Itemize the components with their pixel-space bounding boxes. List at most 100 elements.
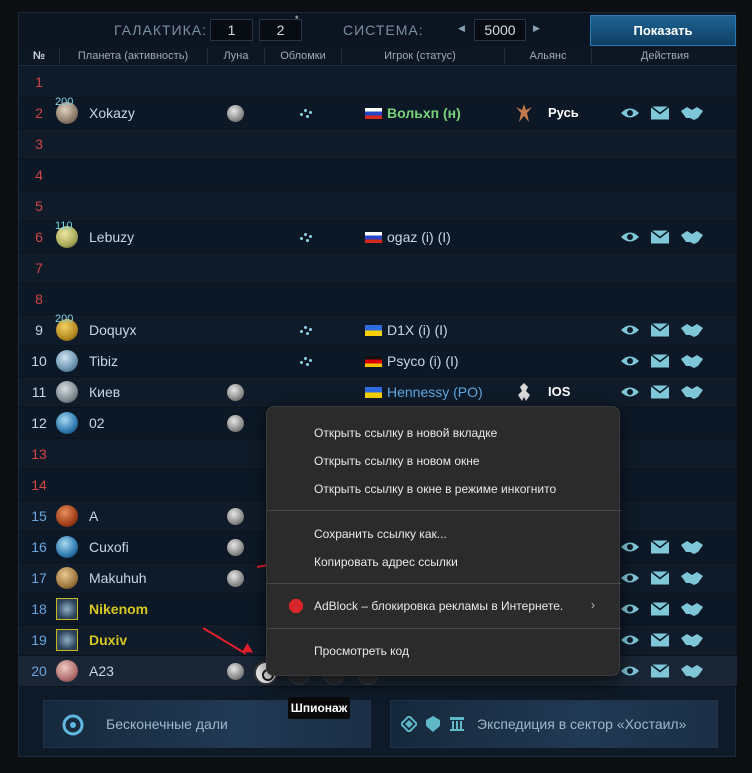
handshake-icon[interactable] [681, 539, 703, 555]
slot-number: 19 [31, 632, 47, 648]
debris-icon[interactable] [298, 230, 312, 244]
message-envelope-icon[interactable] [651, 601, 669, 617]
moon-icon[interactable] [227, 570, 244, 587]
shield-emblem-icon [426, 716, 440, 732]
player-name[interactable]: D1X (i) (I) [387, 322, 448, 338]
spy-eye-icon[interactable] [621, 601, 639, 617]
menu-save-link[interactable]: Сохранить ссылку как... [267, 521, 621, 547]
moon-icon[interactable] [227, 415, 244, 432]
planet-image[interactable] [56, 660, 78, 682]
table-row: 3 [19, 129, 737, 160]
planet-image[interactable] [56, 505, 78, 527]
handshake-icon[interactable] [681, 229, 703, 245]
player-name[interactable]: Psyco (i) (I) [387, 353, 459, 369]
banner-title: Экспедиция в сектор «Хостаил» [477, 716, 687, 732]
planet-image[interactable] [56, 567, 78, 589]
message-envelope-icon[interactable] [651, 632, 669, 648]
planet-image[interactable] [56, 381, 78, 403]
handshake-icon[interactable] [681, 570, 703, 586]
system-number-input[interactable]: 5000 [474, 19, 526, 41]
handshake-icon[interactable] [681, 322, 703, 338]
show-button[interactable]: Показать [590, 15, 736, 46]
next-system-arrow-icon[interactable]: ▶ [533, 23, 540, 34]
ukraine-flag-icon [365, 387, 382, 398]
menu-open-new-tab[interactable]: Открыть ссылку в новой вкладке [267, 420, 621, 446]
menu-inspect[interactable]: Просмотреть код [267, 638, 621, 664]
favorite-star-icon: * [295, 14, 299, 24]
spy-eye-icon[interactable] [621, 663, 639, 679]
handshake-icon[interactable] [681, 353, 703, 369]
planet-image[interactable] [56, 598, 78, 620]
spy-eye-icon[interactable] [621, 539, 639, 555]
player-name[interactable]: Вольxп (н) [387, 105, 461, 121]
moon-icon[interactable] [227, 105, 244, 122]
header-alliance: Альянс [529, 50, 567, 62]
handshake-icon[interactable] [681, 632, 703, 648]
moon-icon[interactable] [227, 384, 244, 401]
spy-eye-icon[interactable] [621, 570, 639, 586]
planet-name[interactable]: Xokazy [89, 105, 135, 121]
spy-eye-icon[interactable] [621, 105, 639, 121]
player-name[interactable]: ogaz (i) (I) [387, 229, 451, 245]
moon-icon[interactable] [227, 539, 244, 556]
handshake-icon[interactable] [681, 105, 703, 121]
message-envelope-icon[interactable] [651, 539, 669, 555]
message-envelope-icon[interactable] [651, 663, 669, 679]
debris-icon[interactable] [298, 354, 312, 368]
spy-eye-icon[interactable] [621, 384, 639, 400]
prev-system-arrow-icon[interactable]: ◀ [458, 23, 465, 34]
spy-eye-icon[interactable] [621, 353, 639, 369]
planet-name[interactable]: Duxiv [89, 632, 127, 648]
menu-adblock[interactable]: AdBlock – блокировка рекламы в Интернете… [267, 593, 621, 619]
handshake-icon[interactable] [681, 601, 703, 617]
message-envelope-icon[interactable] [651, 322, 669, 338]
spy-eye-icon[interactable] [621, 229, 639, 245]
event-banner-expedition[interactable]: Экспедиция в сектор «Хостаил» [390, 700, 718, 748]
planet-name[interactable]: Tibiz [89, 353, 118, 369]
debris-icon[interactable] [298, 106, 312, 120]
planet-name[interactable]: Makuhuh [89, 570, 147, 586]
planet-name[interactable]: Nikenom [89, 601, 148, 617]
menu-copy-link-address[interactable]: Копировать адрес ссылки [267, 549, 621, 575]
context-menu: Открыть ссылку в новой вкладке Открыть с… [266, 406, 621, 676]
message-envelope-icon[interactable] [651, 353, 669, 369]
planet-image[interactable] [56, 536, 78, 558]
galaxy-input[interactable]: 1 [210, 19, 253, 41]
adblock-icon [289, 599, 303, 613]
planet-name[interactable]: A [89, 508, 98, 524]
planet-image[interactable] [56, 629, 78, 651]
moon-icon[interactable] [227, 508, 244, 525]
message-envelope-icon[interactable] [651, 105, 669, 121]
planet-image[interactable] [56, 350, 78, 372]
activity-counter: 200 [55, 96, 74, 108]
handshake-icon[interactable] [681, 384, 703, 400]
debris-icon[interactable] [298, 323, 312, 337]
alliance-name[interactable]: Русь [548, 105, 579, 120]
banner-title: Бесконечные дали [106, 716, 228, 732]
moon-icon[interactable] [227, 663, 244, 680]
spy-eye-icon[interactable] [621, 632, 639, 648]
menu-separator [267, 510, 621, 511]
planet-name[interactable]: 02 [89, 415, 105, 431]
message-envelope-icon[interactable] [651, 384, 669, 400]
planet-image[interactable] [56, 412, 78, 434]
header-divider [591, 48, 592, 64]
row-actions [621, 601, 711, 619]
handshake-icon[interactable] [681, 663, 703, 679]
alliance-name[interactable]: IOS [548, 384, 570, 399]
menu-open-incognito[interactable]: Открыть ссылку в окне в режиме инкогнито [267, 476, 621, 502]
galaxy-swirl-icon [62, 714, 84, 736]
row-actions [621, 663, 711, 681]
pillar-emblem-icon [450, 717, 464, 731]
row-actions [621, 632, 711, 650]
planet-name[interactable]: Lebuzy [89, 229, 134, 245]
menu-open-new-window[interactable]: Открыть ссылку в новом окне [267, 448, 621, 474]
planet-name[interactable]: Doquyx [89, 322, 136, 338]
planet-name[interactable]: Cuxofi [89, 539, 129, 555]
player-name[interactable]: Hennessy (PO) [387, 384, 483, 400]
planet-name[interactable]: A23 [89, 663, 114, 679]
spy-eye-icon[interactable] [621, 322, 639, 338]
message-envelope-icon[interactable] [651, 570, 669, 586]
message-envelope-icon[interactable] [651, 229, 669, 245]
planet-name[interactable]: Киев [89, 384, 120, 400]
